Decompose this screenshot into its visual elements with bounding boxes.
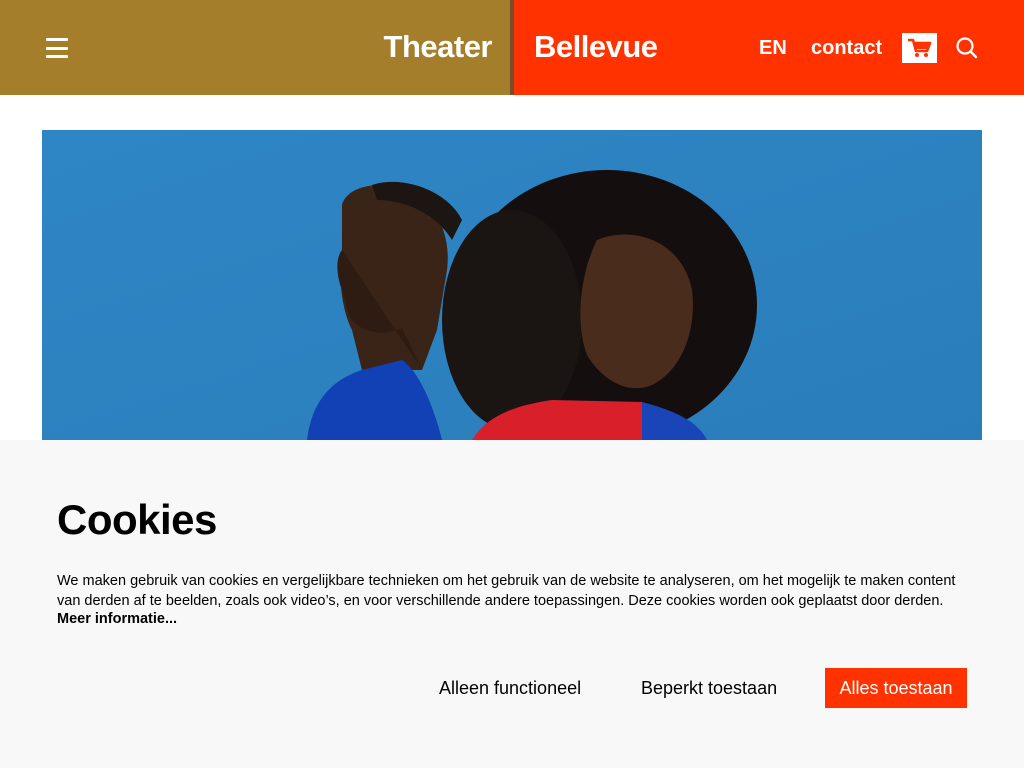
- search-icon[interactable]: [954, 35, 980, 61]
- allow-all-button[interactable]: Alles toestaan: [825, 668, 967, 708]
- brand-logo-theater[interactable]: Theater: [384, 29, 493, 65]
- hero-image: [42, 130, 982, 440]
- cookie-description: We maken gebruik van cookies en vergelij…: [57, 573, 956, 609]
- site-header: Theater Bellevue EN contact: [0, 0, 1024, 95]
- language-switch-link[interactable]: EN: [759, 37, 787, 60]
- brand-logo-bellevue[interactable]: Bellevue: [534, 29, 658, 65]
- cookie-banner: Cookies We maken gebruik van cookies en …: [0, 440, 1024, 768]
- header-right-panel: Bellevue EN contact: [514, 0, 1024, 95]
- more-info-link[interactable]: Meer informatie...: [57, 611, 177, 627]
- functional-only-button[interactable]: Alleen functioneel: [425, 668, 595, 708]
- limited-allow-button[interactable]: Beperkt toestaan: [628, 668, 790, 708]
- cookie-title: Cookies: [57, 496, 217, 543]
- contact-link[interactable]: contact: [811, 37, 882, 60]
- hamburger-menu-icon[interactable]: [44, 34, 70, 62]
- header-left-panel: Theater: [0, 0, 510, 95]
- hero-photo-illustration: [42, 130, 982, 440]
- shopping-cart-icon[interactable]: [902, 33, 937, 63]
